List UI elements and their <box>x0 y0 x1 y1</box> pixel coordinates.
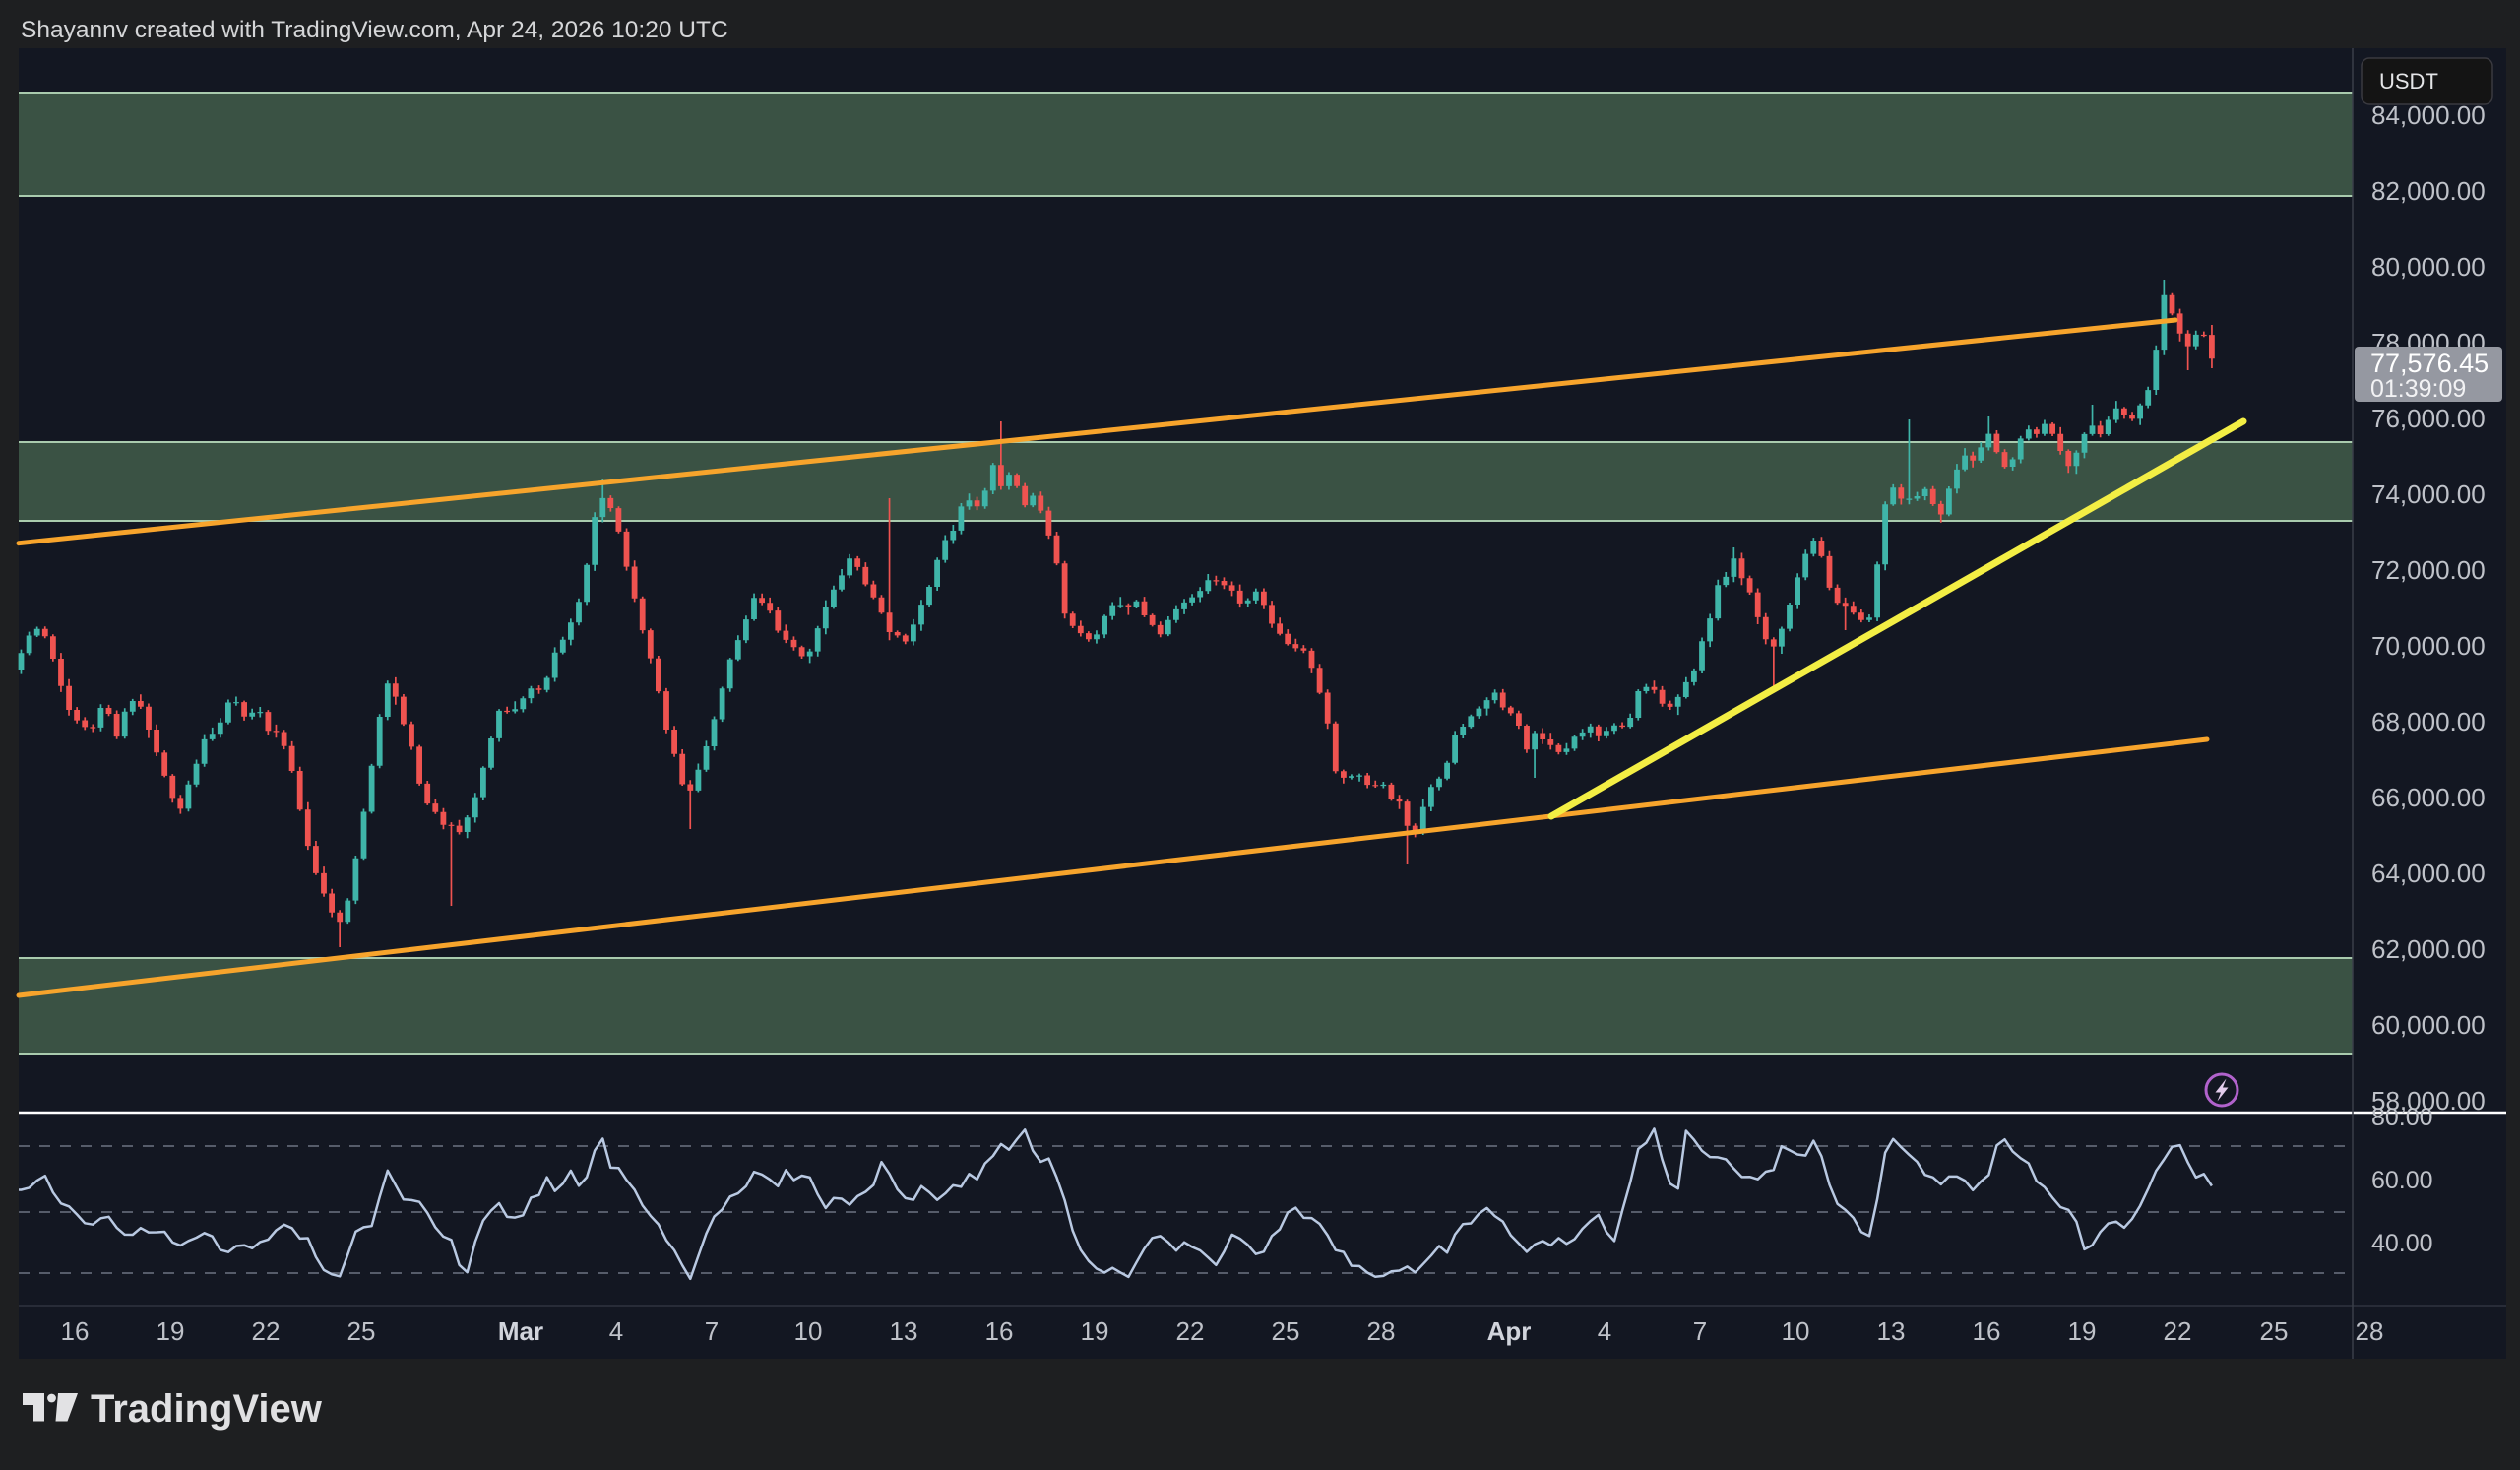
svg-text:40.00: 40.00 <box>2371 1230 2433 1257</box>
svg-text:7: 7 <box>1693 1316 1707 1346</box>
svg-text:70,000.00: 70,000.00 <box>2371 631 2486 661</box>
svg-text:28: 28 <box>1367 1316 1396 1346</box>
svg-text:72,000.00: 72,000.00 <box>2371 555 2486 585</box>
svg-text:Mar: Mar <box>498 1316 543 1346</box>
svg-text:01:39:09: 01:39:09 <box>2370 375 2466 403</box>
svg-text:4: 4 <box>609 1316 623 1346</box>
svg-text:USDT: USDT <box>2379 69 2438 94</box>
svg-text:16: 16 <box>1973 1316 2001 1346</box>
svg-text:7: 7 <box>705 1316 719 1346</box>
svg-text:Apr: Apr <box>1487 1316 1532 1346</box>
svg-text:76,000.00: 76,000.00 <box>2371 404 2486 433</box>
svg-text:80.00: 80.00 <box>2371 1104 2433 1131</box>
svg-text:22: 22 <box>252 1316 281 1346</box>
svg-text:Shayannv created with TradingV: Shayannv created with TradingView.com, A… <box>21 17 728 43</box>
svg-text:68,000.00: 68,000.00 <box>2371 707 2486 736</box>
svg-text:60,000.00: 60,000.00 <box>2371 1010 2486 1040</box>
svg-text:16: 16 <box>985 1316 1014 1346</box>
svg-text:62,000.00: 62,000.00 <box>2371 934 2486 964</box>
svg-text:64,000.00: 64,000.00 <box>2371 859 2486 888</box>
svg-text:60.00: 60.00 <box>2371 1167 2433 1194</box>
svg-text:22: 22 <box>1176 1316 1205 1346</box>
svg-text:13: 13 <box>1877 1316 1906 1346</box>
svg-text:22: 22 <box>2164 1316 2192 1346</box>
svg-text:77,576.45: 77,576.45 <box>2370 349 2488 378</box>
svg-text:16: 16 <box>61 1316 90 1346</box>
svg-text:82,000.00: 82,000.00 <box>2371 176 2486 206</box>
svg-text:25: 25 <box>1272 1316 1300 1346</box>
svg-text:19: 19 <box>157 1316 185 1346</box>
svg-text:66,000.00: 66,000.00 <box>2371 783 2486 812</box>
svg-text:25: 25 <box>2260 1316 2289 1346</box>
svg-text:10: 10 <box>1782 1316 1810 1346</box>
svg-text:13: 13 <box>890 1316 918 1346</box>
svg-text:10: 10 <box>794 1316 823 1346</box>
svg-text:19: 19 <box>1081 1316 1109 1346</box>
svg-text:80,000.00: 80,000.00 <box>2371 252 2486 282</box>
svg-text:TradingView: TradingView <box>91 1387 323 1431</box>
svg-text:19: 19 <box>2068 1316 2097 1346</box>
svg-text:28: 28 <box>2356 1316 2384 1346</box>
svg-text:25: 25 <box>347 1316 376 1346</box>
svg-text:4: 4 <box>1598 1316 1611 1346</box>
svg-text:74,000.00: 74,000.00 <box>2371 479 2486 509</box>
